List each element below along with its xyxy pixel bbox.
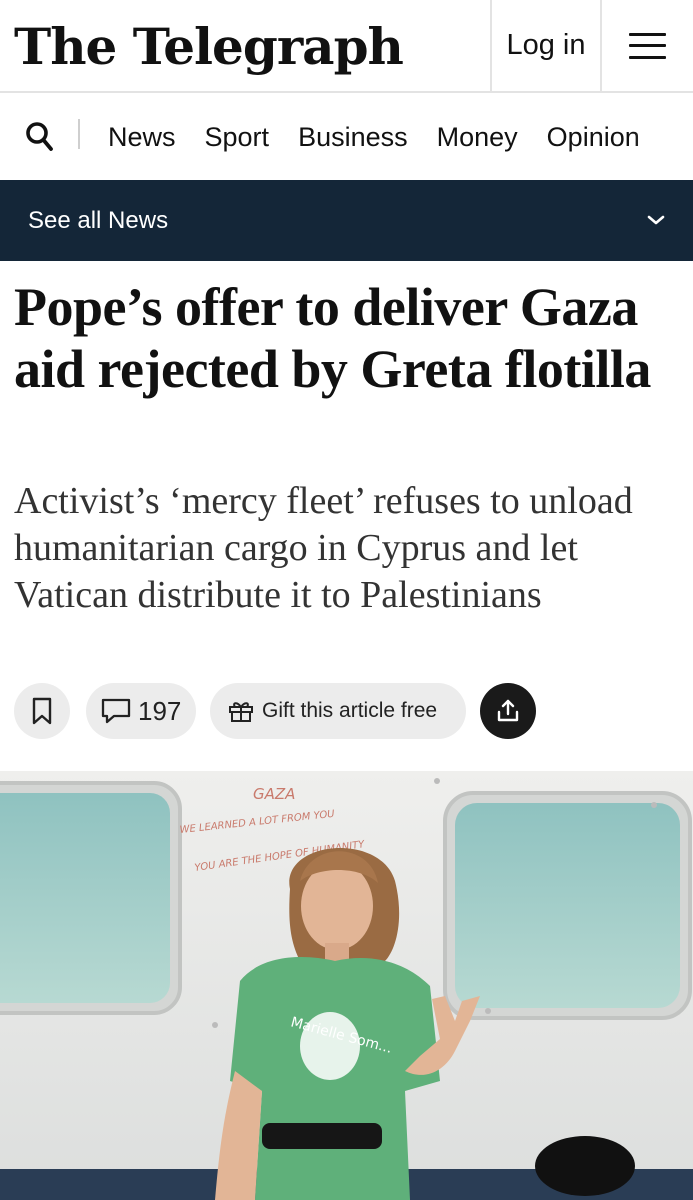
section-nav: News Sport Business Money Opinion	[0, 95, 693, 180]
telegraph-logo[interactable]: The Telegraph	[14, 8, 404, 84]
hero-photo-illustration: GAZA WE LEARNED A LOT FROM YOU YOU ARE T…	[0, 771, 693, 1200]
nav-item-news[interactable]: News	[108, 122, 176, 153]
chevron-down-icon	[647, 215, 665, 225]
comments-button[interactable]: 197	[86, 683, 196, 739]
see-all-news-bar[interactable]: See all News	[0, 180, 693, 261]
share-icon	[497, 699, 519, 722]
article-standfirst: Activist’s ‘mercy fleet’ refuses to unlo…	[14, 480, 633, 616]
nav-items: News Sport Business Money Opinion	[108, 95, 669, 180]
bookmark-icon	[32, 697, 52, 725]
article-headline: Pope’s offer to deliver Gaza aid rejecte…	[14, 277, 651, 399]
gift-article-button[interactable]: Gift this article free	[210, 683, 466, 739]
login-label: Log in	[506, 29, 586, 61]
comments-count: 197	[138, 695, 182, 726]
save-article-button[interactable]	[14, 683, 70, 739]
nav-item-business[interactable]: Business	[298, 122, 408, 153]
login-button[interactable]: Log in	[490, 0, 600, 91]
nav-item-sport[interactable]: Sport	[205, 122, 270, 153]
article-hero-photo: GAZA WE LEARNED A LOT FROM YOU YOU ARE T…	[0, 771, 693, 1200]
nav-item-opinion[interactable]: Opinion	[547, 122, 640, 153]
search-icon[interactable]	[24, 119, 56, 155]
gift-icon	[229, 702, 253, 722]
masthead: The Telegraph Log in	[0, 0, 693, 93]
menu-button[interactable]	[600, 0, 693, 91]
wall-writing-line-1: GAZA	[253, 785, 295, 803]
share-button[interactable]	[480, 683, 536, 739]
logo-text: The Telegraph	[14, 16, 404, 76]
hamburger-menu-icon	[629, 32, 666, 59]
gift-label: Gift this article free	[262, 699, 438, 722]
comment-bubble-icon	[101, 698, 131, 724]
nav-divider	[78, 119, 80, 149]
see-all-label: See all News	[28, 206, 169, 234]
nav-fade	[633, 95, 693, 180]
nav-item-money[interactable]: Money	[437, 122, 518, 153]
